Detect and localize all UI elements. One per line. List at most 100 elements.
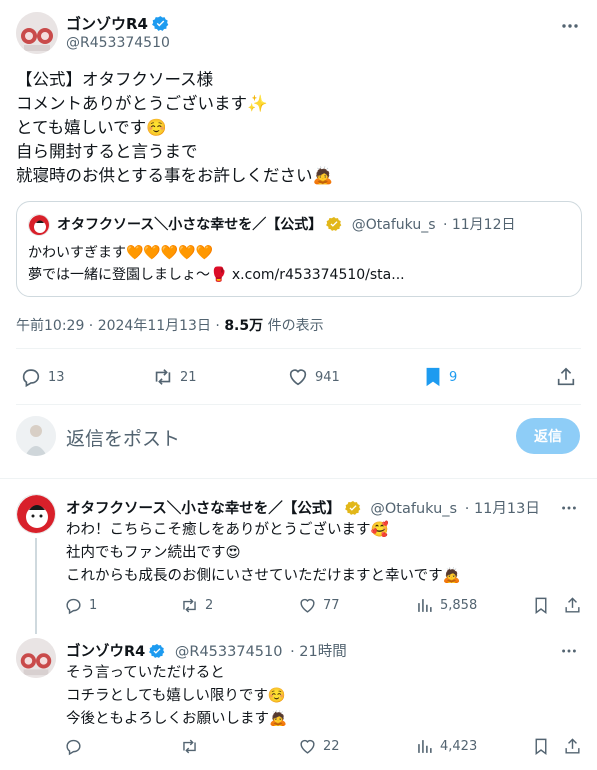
repost-count: 21 bbox=[180, 369, 197, 385]
divider bbox=[0, 478, 597, 479]
tweet-line: 【公式】オタフクソース様 bbox=[16, 70, 214, 89]
share-button[interactable] bbox=[563, 737, 582, 756]
timestamp-text[interactable]: 午前10:29 · 2024年11月13日 · bbox=[16, 318, 224, 334]
thread-connector bbox=[35, 538, 37, 634]
views-label: 件の表示 bbox=[263, 318, 324, 334]
bookmark-count: 9 bbox=[449, 369, 458, 385]
analytics-icon bbox=[415, 596, 434, 615]
reply-author-avatar[interactable] bbox=[16, 638, 56, 678]
reply-line: 社内でもファン続出です😍 bbox=[66, 545, 241, 561]
quote-line: かわいすぎます🧡🧡🧡🧡🧡 bbox=[28, 245, 214, 261]
repost-icon bbox=[180, 596, 199, 615]
reply-body: そう言っていただけると コチラとしても嬉しい限りです☺️ 今後ともよろしくお願い… bbox=[66, 662, 287, 731]
reply-author-handle[interactable]: @Otafuku_s bbox=[370, 501, 457, 517]
share-button[interactable] bbox=[555, 366, 577, 388]
author-handle[interactable]: @R453374510 bbox=[66, 35, 170, 51]
reply-icon bbox=[20, 366, 42, 388]
bookmark-button[interactable] bbox=[532, 596, 550, 615]
like-button[interactable]: 22 bbox=[298, 737, 340, 756]
reply-icon bbox=[64, 596, 83, 615]
reply-icon bbox=[64, 737, 83, 756]
reply-input[interactable]: 返信をポスト bbox=[66, 424, 180, 451]
avatar-image bbox=[16, 12, 58, 54]
heart-icon bbox=[298, 596, 317, 615]
reply-line: コチラとしても嬉しい限りです☺️ bbox=[66, 688, 286, 704]
more-options-icon[interactable] bbox=[560, 499, 578, 517]
quote-author-avatar bbox=[28, 214, 50, 236]
quote-author-handle: @Otafuku_s bbox=[351, 217, 436, 233]
bookmark-outline-icon bbox=[532, 737, 550, 756]
like-count: 22 bbox=[323, 739, 340, 754]
reply-line: 今後ともよろしくお願いします🙇 bbox=[66, 711, 288, 727]
quote-line: 夢では一緒に登園しましょ〜🥊 x.com/r453374510/sta... bbox=[28, 264, 405, 286]
tweet-line: とても嬉しいです☺️ bbox=[16, 118, 167, 137]
reply-author-avatar[interactable] bbox=[16, 494, 56, 534]
views-count: 5,858 bbox=[440, 598, 478, 613]
heart-icon bbox=[298, 737, 317, 756]
author-name[interactable]: ゴンゾウR4 bbox=[66, 13, 169, 34]
like-count: 941 bbox=[315, 369, 340, 385]
quote-date: · 11月12日 bbox=[442, 217, 516, 233]
author-avatar[interactable] bbox=[16, 12, 58, 54]
share-icon bbox=[555, 366, 577, 388]
share-icon bbox=[563, 737, 582, 756]
more-options-icon[interactable] bbox=[560, 16, 580, 36]
reply-time[interactable]: · 21時間 bbox=[290, 644, 347, 660]
reply-submit-button[interactable]: 返信 bbox=[516, 418, 580, 454]
more-options-icon[interactable] bbox=[560, 642, 578, 660]
reply-count: 13 bbox=[48, 369, 65, 385]
bookmark-icon bbox=[423, 366, 443, 388]
reply-line: これからも成長のお側にいさせていただけますと幸いです🙇 bbox=[66, 568, 461, 584]
quote-link[interactable]: x.com/r453374510/sta... bbox=[232, 267, 405, 283]
tweet-line: 自ら開封すると言うまで bbox=[16, 142, 198, 161]
current-user-avatar[interactable] bbox=[16, 416, 56, 456]
share-icon bbox=[563, 596, 582, 615]
like-count: 77 bbox=[323, 598, 340, 613]
reply-count: 1 bbox=[89, 598, 98, 613]
reply-line: わわ！こちらこそ癒しをありがとうございます🥰 bbox=[66, 522, 389, 538]
views-button[interactable]: 4,423 bbox=[415, 737, 477, 756]
reply-time[interactable]: · 11月13日 bbox=[465, 501, 540, 517]
like-button[interactable]: 941 bbox=[287, 366, 340, 388]
quote-author-name: オタフクソース＼小さな幸せを／【公式】 bbox=[57, 217, 323, 233]
share-button[interactable] bbox=[563, 596, 582, 615]
verified-badge-icon bbox=[149, 643, 165, 659]
reply-line: そう言っていただけると bbox=[66, 665, 225, 681]
tweet-line: コメントありがとうございます✨ bbox=[16, 94, 268, 113]
reply-author-handle[interactable]: @R453374510 bbox=[175, 644, 283, 660]
reply-header: オタフクソース＼小さな幸せを／【公式】 @Otafuku_s · 11月13日 bbox=[66, 497, 540, 518]
repost-icon bbox=[180, 737, 199, 756]
analytics-icon bbox=[415, 737, 434, 756]
reply-header: ゴンゾウR4 @R453374510 · 21時間 bbox=[66, 640, 347, 661]
reply-body: わわ！こちらこそ癒しをありがとうございます🥰 社内でもファン続出です😍 これから… bbox=[66, 519, 461, 588]
quote-header: オタフクソース＼小さな幸せを／【公式】 @Otafuku_s · 11月12日 bbox=[57, 214, 515, 234]
reply-button[interactable] bbox=[64, 737, 89, 756]
like-button[interactable]: 77 bbox=[298, 596, 340, 615]
repost-button[interactable]: 21 bbox=[152, 366, 197, 388]
repost-button[interactable]: 2 bbox=[180, 596, 213, 615]
tweet-body: 【公式】オタフクソース様 コメントありがとうございます✨ とても嬉しいです☺️ … bbox=[16, 68, 333, 188]
verified-badge-icon bbox=[152, 15, 169, 32]
bookmark-button[interactable]: 9 bbox=[423, 366, 457, 388]
verified-gold-badge-icon bbox=[326, 216, 342, 232]
views-count: 4,423 bbox=[440, 739, 478, 754]
tweet-line: 就寝時のお供とする事をお許しください🙇 bbox=[16, 166, 334, 185]
tweet-timestamp: 午前10:29 · 2024年11月13日 · 8.5万 件の表示 bbox=[16, 315, 324, 335]
views-count: 8.5万 bbox=[224, 318, 264, 334]
bookmark-outline-icon bbox=[532, 596, 550, 615]
reply-button[interactable]: 13 bbox=[20, 366, 65, 388]
divider bbox=[16, 404, 581, 405]
bookmark-button[interactable] bbox=[532, 737, 550, 756]
repost-button[interactable] bbox=[180, 737, 205, 756]
quote-tweet-card[interactable]: オタフクソース＼小さな幸せを／【公式】 @Otafuku_s · 11月12日 … bbox=[16, 201, 582, 297]
heart-icon bbox=[287, 366, 309, 388]
reply-author-name[interactable]: オタフクソース＼小さな幸せを／【公式】 bbox=[66, 501, 341, 517]
quote-line-text: 夢では一緒に登園しましょ〜🥊 bbox=[28, 267, 228, 283]
verified-gold-badge-icon bbox=[344, 500, 361, 516]
repost-count: 2 bbox=[205, 598, 214, 613]
author-name-text[interactable]: ゴンゾウR4 bbox=[66, 15, 148, 33]
views-button[interactable]: 5,858 bbox=[415, 596, 477, 615]
reply-author-name[interactable]: ゴンゾウR4 bbox=[66, 644, 145, 660]
divider bbox=[16, 348, 581, 349]
reply-button[interactable]: 1 bbox=[64, 596, 97, 615]
